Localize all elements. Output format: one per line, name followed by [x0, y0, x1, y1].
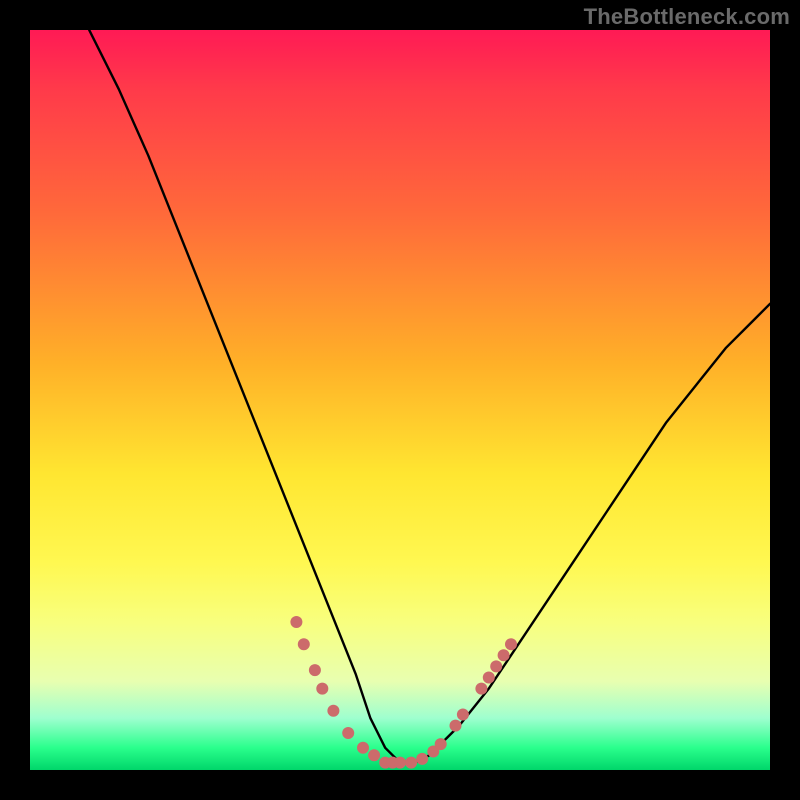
highlight-dot: [394, 757, 406, 769]
highlight-dot: [327, 705, 339, 717]
highlight-dot: [405, 757, 417, 769]
highlight-dot: [309, 664, 321, 676]
highlight-dot: [298, 638, 310, 650]
highlight-dot: [357, 742, 369, 754]
highlight-dot: [435, 738, 447, 750]
highlight-dot: [416, 753, 428, 765]
highlight-dot: [505, 638, 517, 650]
plot-area: [30, 30, 770, 770]
highlight-dot: [316, 683, 328, 695]
highlight-dot: [490, 660, 502, 672]
chart-frame: TheBottleneck.com: [0, 0, 800, 800]
highlight-dot: [290, 616, 302, 628]
watermark-text: TheBottleneck.com: [584, 4, 790, 30]
highlight-dots: [290, 616, 517, 769]
highlight-dot: [498, 649, 510, 661]
highlight-dot: [483, 672, 495, 684]
highlight-dot: [457, 709, 469, 721]
curve-layer: [30, 30, 770, 770]
highlight-dot: [475, 683, 487, 695]
highlight-dot: [450, 720, 462, 732]
highlight-dot: [342, 727, 354, 739]
highlight-dot: [368, 749, 380, 761]
bottleneck-curve: [89, 30, 770, 763]
